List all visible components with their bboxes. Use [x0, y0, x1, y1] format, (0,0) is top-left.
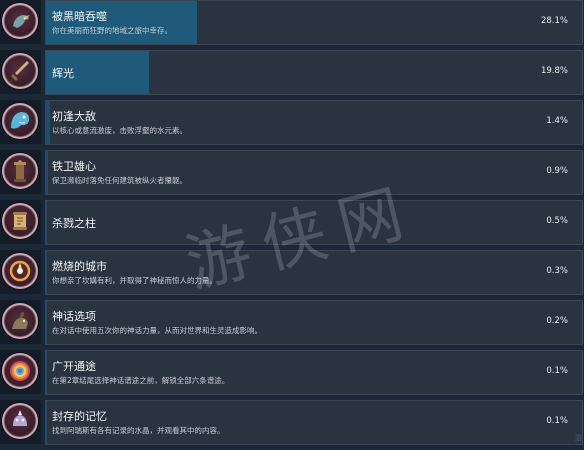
achievement-icon-frame: [0, 300, 41, 344]
achievement-row[interactable]: 燃烧的城市 你想亲了坎媾有利，并取得了神秘而惊人的力量。 0.3%: [0, 250, 584, 300]
achievement-description: 找到阿瑞斯有各有记录的水晶，并观看其中的内容。: [52, 426, 225, 435]
achievement-panel: 初逢大敌 以核心或意流激废，击败浮壑的水元素。 1.4%: [45, 100, 583, 145]
achievement-row[interactable]: 杀戮之柱 0.5%: [0, 200, 584, 250]
achievement-title: 被黑暗吞噬: [52, 10, 107, 23]
achievement-icon-frame: [0, 350, 41, 394]
achievement-description: 以核心或意流激废，击败浮壑的水元素。: [52, 126, 187, 135]
achievement-panel: 燃烧的城市 你想亲了坎媾有利，并取得了神秘而惊人的力量。 0.3%: [45, 250, 583, 295]
achievement-row[interactable]: 铁卫雄心 保卫濒临时落免任何建筑被纵火者攥躯。 0.9%: [0, 150, 584, 200]
achievement-row[interactable]: 神话选项 在对话中使用五次你的神话力量，从而对世界和生灵造成影响。 0.2%: [0, 300, 584, 350]
achievement-title: 铁卫雄心: [52, 160, 96, 173]
achievement-description: 在对话中使用五次你的神话力量，从而对世界和生灵造成影响。: [52, 326, 262, 335]
achievement-panel: 封存的记忆 找到阿瑞斯有各有记录的水晶，并观看其中的内容。 0.1%: [45, 400, 583, 445]
pillar-brazier-icon: [2, 153, 38, 189]
achievement-percent: 0.3%: [546, 266, 568, 276]
achievement-row[interactable]: 广开通途 在第2章结尾选择神话谱途之前，解锁全部六条谱途。 0.1%: [0, 350, 584, 400]
achievement-percent: 0.1%: [546, 366, 568, 376]
achievement-icon-frame: [0, 150, 41, 194]
achievement-list: 被黑暗吞噬 你在美丽而狂野的地域之旅中幸存。 28.1% 辉光 19.8% 初逢…: [0, 0, 584, 445]
achievement-title: 初逢大敌: [52, 110, 96, 123]
achievement-percent: 28.1%: [540, 16, 568, 26]
achievement-percent: 0.2%: [546, 316, 568, 326]
flame-ring-icon: [2, 253, 38, 289]
achievement-row[interactable]: 被黑暗吞噬 你在美丽而狂野的地域之旅中幸存。 28.1%: [0, 0, 584, 50]
corner-watermark: 游: [575, 434, 582, 442]
progress-bar: [46, 301, 47, 344]
achievement-description: 在第2章结尾选择神话谱途之前，解锁全部六条谱途。: [52, 376, 230, 385]
achievement-icon-frame: [0, 50, 41, 94]
achievement-description: 保卫濒临时落免任何建筑被纵火者攥躯。: [52, 176, 187, 185]
achievement-percent: 19.8%: [540, 66, 568, 76]
creature-icon: [2, 303, 38, 339]
achievement-panel: 被黑暗吞噬 你在美丽而狂野的地域之旅中幸存。 28.1%: [45, 0, 583, 45]
achievement-description: 你想亲了坎媾有利，并取得了神秘而惊人的力量。: [52, 276, 217, 285]
progress-bar: [46, 401, 47, 444]
achievement-panel: 杀戮之柱 0.5%: [45, 200, 583, 245]
achievement-panel: 神话选项 在对话中使用五次你的神话力量，从而对世界和生灵造成影响。 0.2%: [45, 300, 583, 345]
progress-bar: [46, 101, 50, 144]
achievement-title: 辉光: [52, 67, 74, 80]
achievement-percent: 1.4%: [546, 116, 568, 126]
water-elemental-icon: [2, 103, 38, 139]
achievement-panel: 广开通途 在第2章结尾选择神话谱途之前，解锁全部六条谱途。 0.1%: [45, 350, 583, 395]
achievement-percent: 0.1%: [546, 416, 568, 426]
achievement-row[interactable]: 辉光 19.8%: [0, 50, 584, 100]
achievement-title: 广开通途: [52, 360, 96, 373]
achievement-title: 杀戮之柱: [52, 217, 96, 230]
crow-icon: [2, 3, 38, 39]
progress-bar: [46, 151, 48, 194]
achievement-title: 封存的记忆: [52, 410, 107, 423]
achievement-percent: 0.9%: [546, 166, 568, 176]
achievement-title: 燃烧的城市: [52, 260, 107, 273]
progress-bar: [46, 201, 47, 244]
achievement-row[interactable]: 初逢大敌 以核心或意流激废，击败浮壑的水元素。 1.4%: [0, 100, 584, 150]
crystal-creature-icon: [2, 403, 38, 439]
achievement-icon-frame: [0, 400, 41, 444]
achievement-icon-frame: [0, 200, 41, 244]
achievement-icon-frame: [0, 0, 41, 44]
progress-bar: [46, 251, 47, 294]
achievement-panel: 辉光 19.8%: [45, 50, 583, 95]
rainbow-swirl-icon: [2, 353, 38, 389]
scroll-icon: [2, 203, 38, 239]
progress-bar: [46, 351, 47, 394]
achievement-icon-frame: [0, 100, 41, 144]
achievement-icon-frame: [0, 250, 41, 294]
achievement-title: 神话选项: [52, 310, 96, 323]
achievement-percent: 0.5%: [546, 216, 568, 226]
achievement-panel: 铁卫雄心 保卫濒临时落免任何建筑被纵火者攥躯。 0.9%: [45, 150, 583, 195]
sword-icon: [2, 53, 38, 89]
achievement-description: 你在美丽而狂野的地域之旅中幸存。: [52, 26, 172, 35]
